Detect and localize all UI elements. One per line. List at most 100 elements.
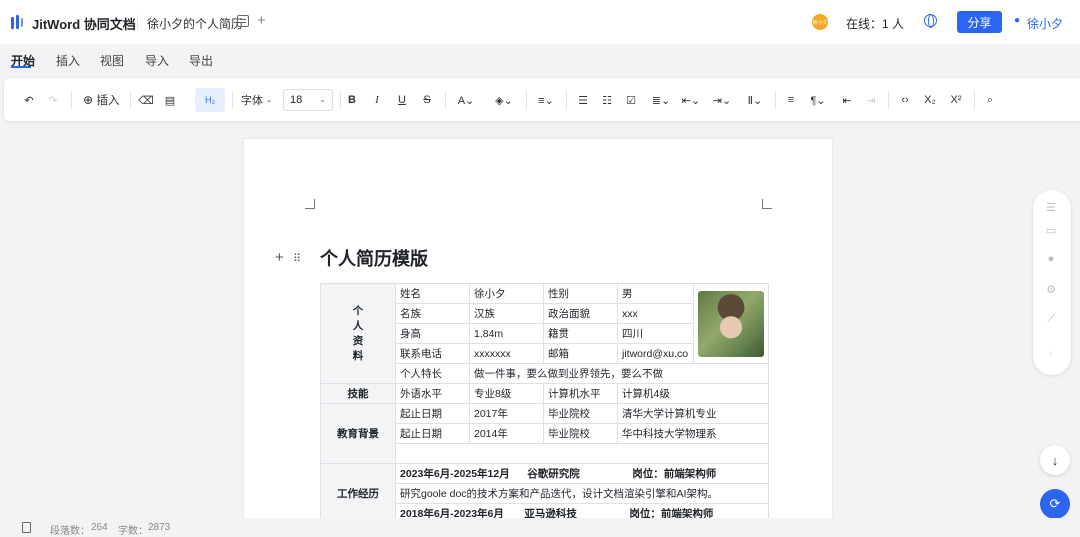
table-cell[interactable]: 汉族 <box>469 303 544 324</box>
new-tab-button[interactable]: + <box>257 12 266 29</box>
pilcrow-icon[interactable]: ¶⌄ <box>808 92 828 108</box>
menu-icon[interactable]: ☰ <box>1044 200 1058 214</box>
work-description[interactable]: 研究goole doc的技术方案和产品迭代，设计文档渲染引擎和AI架构。 <box>395 483 769 504</box>
search-icon[interactable]: ⌕ <box>983 92 997 108</box>
insert-plus-icon[interactable]: ⊕ <box>81 92 95 108</box>
share-button[interactable]: 分享 <box>957 11 1002 33</box>
eraser-icon[interactable]: ⌫ <box>138 92 154 108</box>
table-cell[interactable]: 邮箱 <box>543 343 618 364</box>
table-cell[interactable]: xxx <box>617 303 694 324</box>
sync-button[interactable]: ⟳ <box>1040 489 1070 519</box>
table-cell[interactable]: 起止日期 <box>395 423 470 444</box>
font-size-select[interactable]: 18 ⌄ <box>283 89 333 111</box>
tab-import[interactable]: 导入 <box>145 52 169 69</box>
add-block-icon[interactable]: + <box>275 249 284 266</box>
table-cell[interactable]: 毕业院校 <box>543 403 618 424</box>
indent-right-icon[interactable]: ⇥ <box>864 92 878 108</box>
toolbar-divider <box>888 91 889 109</box>
table-cell[interactable]: 四川 <box>617 323 694 344</box>
table-cell[interactable] <box>395 443 769 464</box>
work-experience-label[interactable]: 工作经历 <box>320 463 396 524</box>
table-cell[interactable]: 联系电话 <box>395 343 470 364</box>
table-cell[interactable]: 1.84m <box>469 323 544 344</box>
outdent-left-icon[interactable]: ⇤ <box>840 92 854 108</box>
info-icon[interactable]: ● <box>1044 252 1058 266</box>
superscript-button[interactable]: X² <box>948 92 964 108</box>
font-family-dropdown[interactable]: 字体 <box>238 92 266 108</box>
document-outline-icon[interactable] <box>237 15 249 27</box>
photo-cell[interactable] <box>693 283 769 364</box>
underline-button[interactable]: U <box>395 92 409 108</box>
tab-export[interactable]: 导出 <box>189 52 213 69</box>
insert-button[interactable]: 插入 <box>96 92 120 108</box>
table-cell[interactable]: 籍贯 <box>543 323 618 344</box>
code-icon[interactable]: ‹› <box>898 92 912 108</box>
table-cell[interactable]: 做一件事，要么做到业界领先，要么不做 <box>469 363 769 384</box>
resume-table[interactable]: 个人资料 姓名 徐小夕 性别 男 名族 汉族 政治面貌 xxx 身高 1.84m… <box>320 283 769 524</box>
collapse-icon[interactable]: ‹ <box>1044 347 1058 361</box>
globe-icon[interactable] <box>924 14 937 28</box>
scroll-down-button[interactable]: ↓ <box>1040 445 1070 475</box>
strikethrough-button[interactable]: S <box>420 92 434 108</box>
table-cell[interactable]: 性别 <box>543 283 618 304</box>
user-name[interactable]: 徐小夕 <box>1027 15 1063 32</box>
spacing-icon[interactable]: Ⅱ⌄ <box>745 92 765 108</box>
magic-wand-icon[interactable]: ⟋ <box>1044 312 1058 326</box>
table-cell[interactable]: 姓名 <box>395 283 470 304</box>
page-corner-mark <box>305 199 315 209</box>
table-cell[interactable]: xxxxxxx <box>469 343 544 364</box>
gear-icon[interactable]: ⚙ <box>1044 282 1058 296</box>
table-cell[interactable]: 外语水平 <box>395 383 470 404</box>
text-color-icon[interactable]: A⌄ <box>456 92 476 108</box>
drag-handle-icon[interactable]: ⠿ <box>293 252 301 265</box>
table-cell[interactable]: 计算机4级 <box>617 383 769 404</box>
table-cell[interactable]: 徐小夕 <box>469 283 544 304</box>
toolbar-divider <box>71 91 72 109</box>
toolbar-divider <box>566 91 567 109</box>
bullet-list-icon[interactable]: ☰ <box>576 92 590 108</box>
document-title[interactable]: 个人简历模版 <box>320 245 428 271</box>
line-height-icon[interactable]: ≣⌄ <box>651 92 671 108</box>
app-title: JitWord 协同文档 <box>32 17 136 32</box>
document-page[interactable]: + ⠿ 个人简历模版 个人资料 姓名 徐小夕 性别 男 名族 汉族 政治面貌 x… <box>244 139 832 537</box>
table-cell[interactable]: 专业8级 <box>469 383 544 404</box>
heading-dropdown[interactable]: H₂ <box>195 88 225 112</box>
bold-button[interactable]: B <box>345 92 359 108</box>
italic-button[interactable]: I <box>370 92 384 108</box>
task-list-icon[interactable]: ☑ <box>624 92 638 108</box>
indent-icon[interactable]: ⇤⌄ <box>681 92 701 108</box>
document-name[interactable]: 徐小夕的个人简历 <box>147 15 243 32</box>
table-cell[interactable]: 政治面貌 <box>543 303 618 324</box>
outdent-icon[interactable]: ⇥⌄ <box>712 92 732 108</box>
tab-insert[interactable]: 插入 <box>56 52 80 69</box>
undo-icon[interactable]: ↶ <box>22 92 36 108</box>
ordered-list-icon[interactable]: ☷ <box>600 92 614 108</box>
align-icon[interactable]: ≡⌄ <box>536 92 556 108</box>
table-cell[interactable]: 个人特长 <box>395 363 470 384</box>
education-label[interactable]: 教育背景 <box>320 403 396 464</box>
paragraph-icon[interactable]: ≡ <box>784 92 798 108</box>
chevron-down-icon[interactable]: ⌄ <box>266 92 272 108</box>
table-cell[interactable]: 华中科技大学物理系 <box>617 423 769 444</box>
table-cell[interactable]: 2017年 <box>469 403 544 424</box>
redo-icon[interactable]: ↷ <box>46 92 60 108</box>
table-cell[interactable]: jitword@xu.co <box>617 343 694 364</box>
table-cell[interactable]: 清华大学计算机专业 <box>617 403 769 424</box>
table-cell[interactable]: 起止日期 <box>395 403 470 424</box>
table-cell[interactable]: 毕业院校 <box>543 423 618 444</box>
table-cell[interactable]: 计算机水平 <box>543 383 618 404</box>
table-cell[interactable]: 身高 <box>395 323 470 344</box>
table-cell[interactable]: 男 <box>617 283 694 304</box>
work-entry[interactable]: 2023年6月-2025年12月 谷歌研究院 岗位：前端架构师 <box>395 463 769 484</box>
format-painter-icon[interactable]: ▤ <box>163 92 177 108</box>
highlight-color-icon[interactable]: ◈⌄ <box>492 92 516 108</box>
tab-view[interactable]: 视图 <box>100 52 124 69</box>
table-row: 工作经历 2023年6月-2025年12月 谷歌研究院 岗位：前端架构师 <box>320 463 769 524</box>
table-cell[interactable]: 2014年 <box>469 423 544 444</box>
table-cell[interactable]: 名族 <box>395 303 470 324</box>
collaborator-avatar[interactable]: 徐小夕 <box>812 14 828 30</box>
personal-info-label[interactable]: 个人资料 <box>320 283 396 384</box>
skills-label[interactable]: 技能 <box>320 383 396 404</box>
comment-icon[interactable]: ▭ <box>1044 223 1058 237</box>
subscript-button[interactable]: X₂ <box>922 92 938 108</box>
